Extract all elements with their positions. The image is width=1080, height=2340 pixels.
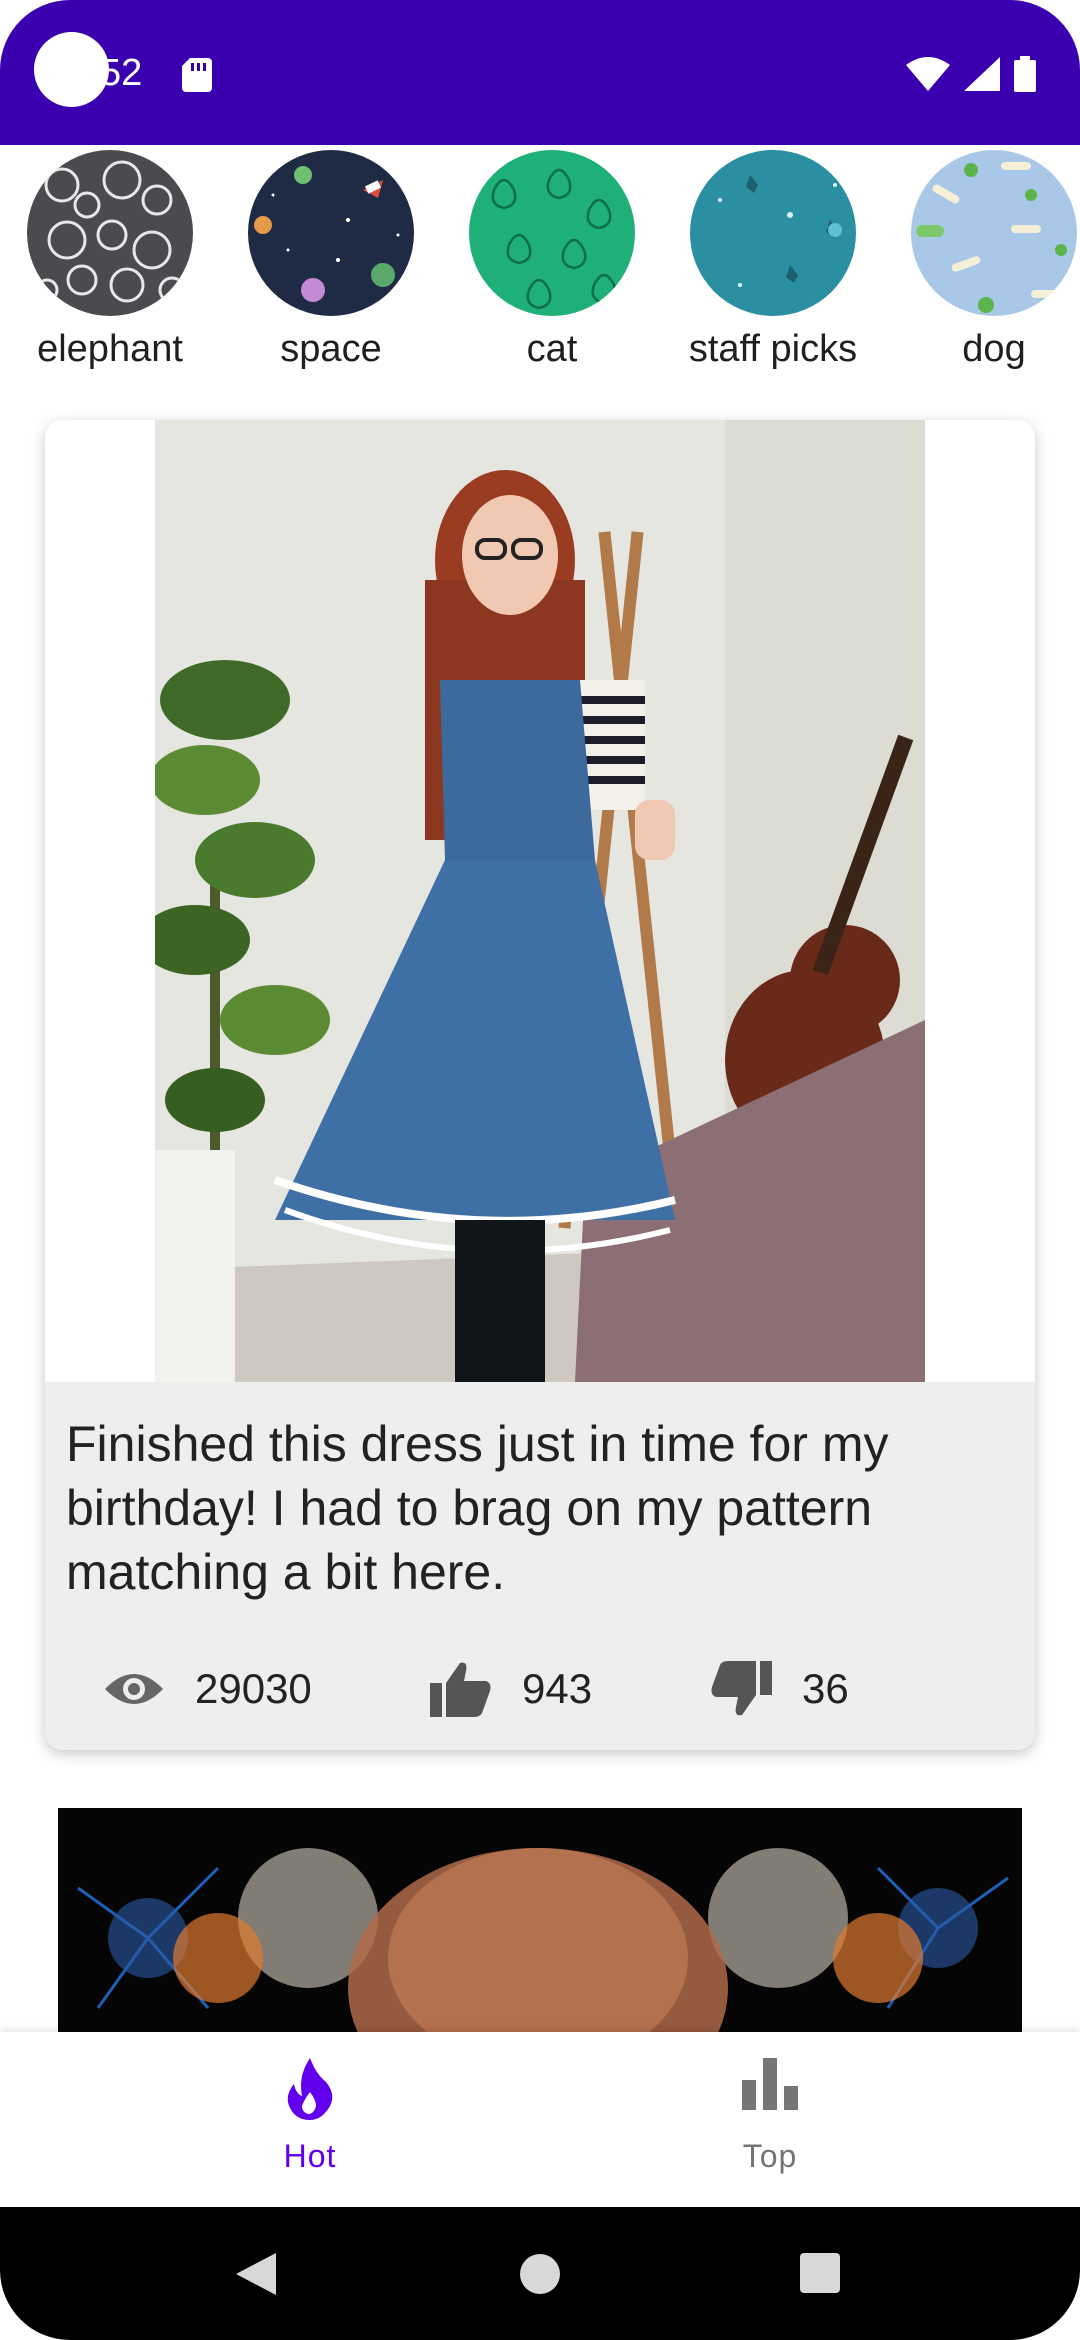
category-space[interactable]: space	[231, 150, 431, 371]
camera-cutout	[34, 32, 109, 107]
category-label: staff picks	[688, 328, 858, 370]
post-image[interactable]	[155, 420, 925, 1382]
back-icon[interactable]	[236, 2253, 276, 2295]
battery-icon	[1014, 56, 1036, 92]
category-label: space	[280, 328, 382, 370]
eye-icon	[105, 1674, 163, 1704]
space-pattern-icon	[248, 150, 414, 316]
downvote-stat[interactable]: 36	[710, 1654, 849, 1724]
thumb-up-icon[interactable]	[430, 1661, 492, 1717]
system-nav-bar	[0, 2207, 1080, 2340]
upvotes-count: 943	[522, 1665, 593, 1712]
post-image[interactable]	[58, 1808, 1022, 2068]
status-icons	[906, 56, 1036, 92]
thumb-down-icon[interactable]	[710, 1661, 772, 1717]
nav-hot-label: Hot	[283, 2138, 337, 2174]
post-card[interactable]	[58, 1808, 1022, 2068]
post-details: Finished this dress just in time for my …	[45, 1382, 1035, 1750]
category-label: cat	[526, 328, 578, 370]
status-time: 52	[100, 52, 143, 94]
bottom-nav: Hot Top	[0, 2032, 1080, 2207]
post-stats: 29030 943 36	[45, 1654, 1035, 1734]
flame-icon	[287, 2058, 333, 2120]
recents-icon[interactable]	[800, 2253, 840, 2293]
status-bar: 52	[0, 0, 1080, 145]
upvote-stat[interactable]: 943	[430, 1654, 592, 1724]
post-card[interactable]: Finished this dress just in time for my …	[45, 420, 1035, 1750]
category-elephant[interactable]: elephant	[10, 150, 210, 371]
category-dog[interactable]: dog	[894, 150, 1080, 371]
nav-top[interactable]: Top	[500, 2032, 1040, 2207]
nav-top-label: Top	[742, 2138, 798, 2174]
post-title: Finished this dress just in time for my …	[66, 1416, 889, 1600]
home-icon[interactable]	[519, 2253, 561, 2295]
wifi-icon	[906, 57, 950, 91]
views-stat: 29030	[103, 1654, 312, 1724]
category-label: elephant	[37, 328, 183, 370]
category-staff-picks[interactable]: staff picks	[673, 150, 873, 371]
elephant-pattern-icon	[27, 150, 193, 316]
downvotes-count: 36	[802, 1665, 849, 1712]
staff-picks-pattern-icon	[690, 150, 856, 316]
views-count: 29030	[195, 1665, 312, 1712]
cat-pattern-icon	[469, 150, 635, 316]
nav-hot[interactable]: Hot	[40, 2032, 580, 2207]
category-label: dog	[962, 328, 1026, 370]
sd-card-icon	[182, 58, 212, 92]
category-row: elephant space cat staff picks dog	[0, 150, 1080, 390]
category-cat[interactable]: cat	[452, 150, 652, 371]
dog-pattern-icon	[911, 150, 1077, 316]
bar-chart-icon	[742, 2058, 798, 2110]
cell-signal-icon	[964, 57, 1000, 91]
